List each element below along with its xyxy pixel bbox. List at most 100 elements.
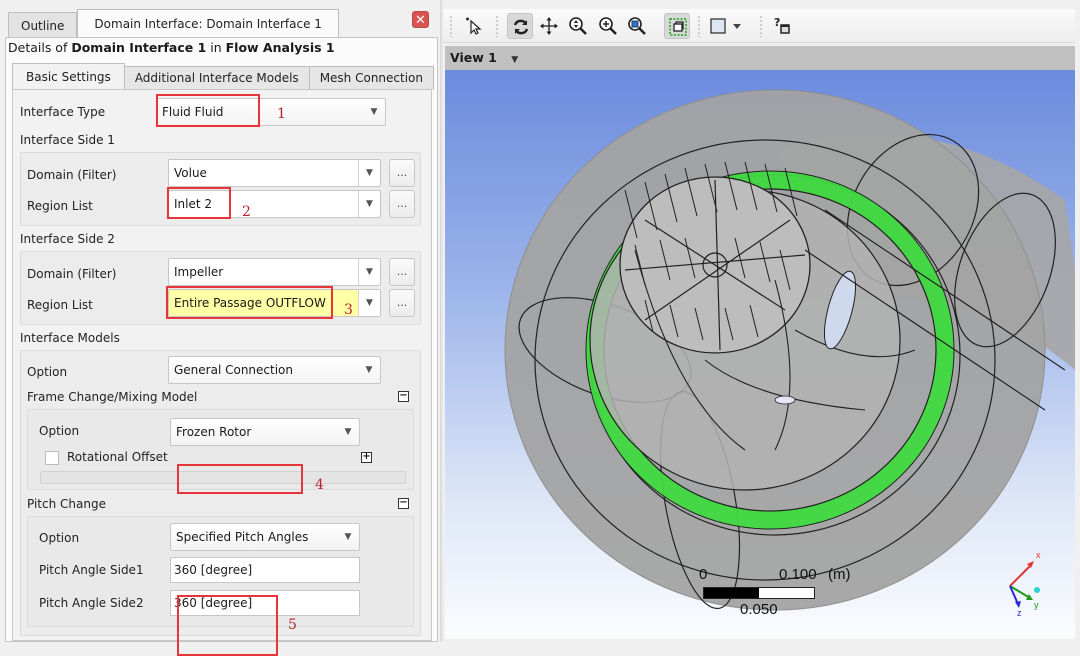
interface-models-group: Option General Connection ▼ Frame Change… xyxy=(20,350,421,636)
annotation-number-3: 3 xyxy=(344,302,353,318)
tab-basic-settings[interactable]: Basic Settings xyxy=(12,63,125,90)
scale-mid-label: 0.050 xyxy=(740,601,778,618)
toolbar-grip[interactable] xyxy=(449,15,453,37)
svg-text:?: ? xyxy=(774,16,780,29)
interface-type-label: Interface Type xyxy=(20,105,106,119)
expand-icon[interactable]: + xyxy=(361,452,372,463)
side1-region-browse-button[interactable]: ... xyxy=(389,190,415,218)
collapse-icon[interactable]: − xyxy=(398,498,409,509)
chevron-down-icon: ▼ xyxy=(344,427,352,437)
collapse-icon[interactable]: − xyxy=(398,391,409,402)
tab-additional-interface-models[interactable]: Additional Interface Models xyxy=(123,66,310,90)
rotational-offset-placeholder xyxy=(40,471,406,484)
axis-z-label: z xyxy=(1017,608,1022,618)
side1-region-label: Region List xyxy=(27,199,93,213)
pitch-change-heading: Pitch Change xyxy=(27,497,106,511)
scale-bar xyxy=(703,587,815,599)
panel-body: Details of Domain Interface 1 in Flow An… xyxy=(5,37,438,656)
toolbar-grip[interactable] xyxy=(495,15,499,37)
interface-side-2-heading: Interface Side 2 xyxy=(20,232,115,246)
side1-domain-browse-button[interactable]: ... xyxy=(389,159,415,187)
zoom-icon[interactable] xyxy=(565,13,591,39)
interface-type-select[interactable]: Fluid Fluid ▼ xyxy=(156,98,386,126)
tab-domain-interface[interactable]: Domain Interface: Domain Interface 1 xyxy=(77,9,339,39)
frame-change-option-label: Option xyxy=(39,424,80,438)
select-icon[interactable] xyxy=(460,13,486,39)
side1-domain-label: Domain (Filter) xyxy=(27,168,117,182)
side2-region-value: Entire Passage OUTFLOW xyxy=(174,296,326,310)
pitch-option-value: Specified Pitch Angles xyxy=(176,530,309,544)
side2-domain-browse-button[interactable]: ... xyxy=(389,258,415,286)
chevron-down-icon: ▼ xyxy=(365,365,373,375)
scale-unit-label: (m) xyxy=(828,566,851,583)
view-label: View 1 xyxy=(450,50,497,65)
side1-region-value: Inlet 2 xyxy=(174,197,213,211)
chevron-down-icon: ▼ xyxy=(370,107,378,117)
chevron-down-icon: ▼ xyxy=(344,532,352,542)
toolbar-grip[interactable] xyxy=(697,15,701,37)
zoom-box-icon[interactable] xyxy=(624,13,650,39)
tab-mesh-connection[interactable]: Mesh Connection xyxy=(308,66,434,90)
scale-end-label: 0.100 xyxy=(779,566,817,583)
3d-viewport[interactable]: 0 0.100 (m) 0.050 x y z xyxy=(445,70,1075,639)
details-panel: Outline Domain Interface: Domain Interfa… xyxy=(0,0,440,656)
pitch-angle-side2-input[interactable]: 360 [degree] xyxy=(170,590,360,616)
axis-x-label: x xyxy=(1036,550,1041,560)
details-object: Domain Interface 1 xyxy=(71,40,207,55)
viewport-layout-icon[interactable] xyxy=(706,13,746,39)
frame-change-option-select[interactable]: Frozen Rotor ▼ xyxy=(170,418,360,446)
chevron-down-icon: ▼ xyxy=(358,191,380,217)
axis-y-label: y xyxy=(1034,600,1039,610)
frame-change-group: Option Frozen Rotor ▼ Rotational Offset … xyxy=(27,409,414,490)
scale-bar-fill xyxy=(704,588,759,598)
chevron-down-icon: ▼ xyxy=(358,259,380,285)
annotation-number-4: 4 xyxy=(315,477,324,493)
zoom-in-icon[interactable] xyxy=(595,13,621,39)
interface-models-heading: Interface Models xyxy=(20,331,120,345)
models-option-value: General Connection xyxy=(174,363,294,377)
chevron-down-icon[interactable]: ▼ xyxy=(511,48,518,72)
interface-side-1-heading: Interface Side 1 xyxy=(20,133,115,147)
pan-icon[interactable] xyxy=(536,13,562,39)
chevron-down-icon: ▼ xyxy=(358,290,380,316)
fit-view-icon[interactable] xyxy=(664,13,690,39)
chevron-down-icon: ▼ xyxy=(358,160,380,186)
annotation-number-1: 1 xyxy=(277,106,286,122)
help-icon[interactable]: ? xyxy=(770,13,796,39)
models-option-select[interactable]: General Connection ▼ xyxy=(168,356,381,384)
models-option-label: Option xyxy=(27,365,68,379)
interface-side-2-group: Domain (Filter) Impeller ▼ ... Region Li… xyxy=(20,251,421,325)
details-prefix: Details of xyxy=(8,40,72,55)
details-title: Details of Domain Interface 1 in Flow An… xyxy=(8,40,335,55)
rotate-icon[interactable] xyxy=(507,13,533,39)
annotation-number-2: 2 xyxy=(242,204,251,220)
interface-type-value: Fluid Fluid xyxy=(162,105,224,119)
frame-change-option-value: Frozen Rotor xyxy=(176,425,252,439)
pitch-option-label: Option xyxy=(39,531,80,545)
side1-domain-select[interactable]: Volue ▼ xyxy=(168,159,381,187)
side1-region-select[interactable]: Inlet 2 ▼ xyxy=(168,190,381,218)
side2-region-browse-button[interactable]: ... xyxy=(389,289,415,317)
pitch-option-select[interactable]: Specified Pitch Angles ▼ xyxy=(170,523,360,551)
pitch-angle-side1-input[interactable]: 360 [degree] xyxy=(170,557,360,583)
side1-domain-value: Volue xyxy=(174,166,207,180)
rotational-offset-checkbox[interactable] xyxy=(45,451,59,465)
close-icon[interactable]: ✕ xyxy=(412,11,429,28)
tab-outline[interactable]: Outline xyxy=(8,12,78,39)
annotation-number-5: 5 xyxy=(288,617,297,633)
axis-triad-icon: x y z xyxy=(1009,550,1041,618)
pump-geometry xyxy=(504,89,1075,611)
toolbar-grip[interactable] xyxy=(759,15,763,37)
rotational-offset-label: Rotational Offset xyxy=(67,450,168,464)
side2-domain-label: Domain (Filter) xyxy=(27,267,117,281)
pitch-angle-side1-label: Pitch Angle Side1 xyxy=(39,563,144,577)
scale-start-label: 0 xyxy=(699,566,708,583)
settings-tabs: Basic Settings Additional Interface Mode… xyxy=(12,63,434,90)
view-selector-bar: View 1 ▼ xyxy=(445,46,1075,70)
basic-settings-area: Interface Type Fluid Fluid ▼ 1 Interface… xyxy=(12,89,432,656)
interface-side-1-group: Domain (Filter) Volue ▼ ... Region List … xyxy=(20,152,421,226)
side2-domain-select[interactable]: Impeller ▼ xyxy=(168,258,381,286)
side2-domain-value: Impeller xyxy=(174,265,224,279)
details-middle: in xyxy=(206,40,226,55)
viewer-toolbar: ? xyxy=(443,9,1075,43)
